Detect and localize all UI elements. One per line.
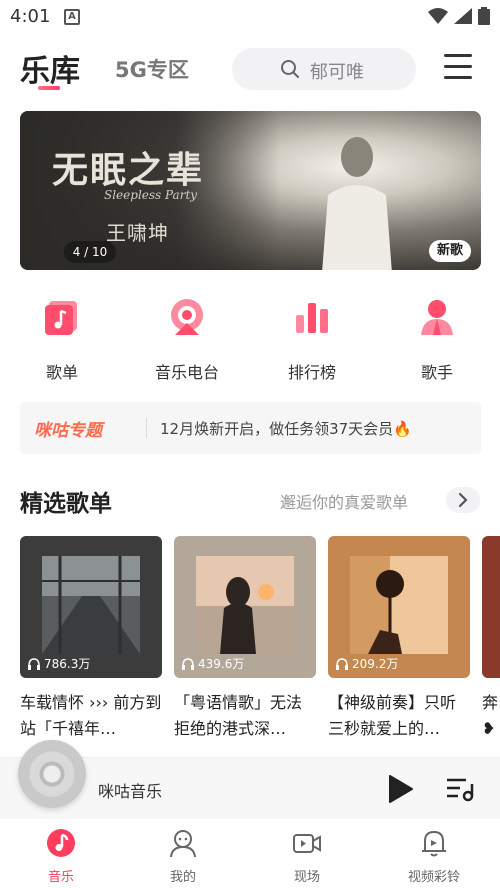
playlist-name: 车载情怀 ››› 前方到站「千禧年… — [20, 693, 162, 738]
playlist-card[interactable]: 439.6万 「粤语情歌」无法拒绝的港式深… — [174, 536, 316, 742]
playlist-name: 【神级前奏】只听三秒就爱上的… — [328, 693, 457, 738]
play-count: 439.6万 — [182, 655, 244, 672]
play-count-text: 786.3万 — [44, 657, 91, 671]
chevron-right-icon — [458, 492, 468, 508]
play-count-text: 439.6万 — [198, 657, 245, 671]
tab-video-ringtone[interactable]: 视频彩铃 — [389, 828, 479, 885]
headphones-icon — [28, 657, 40, 670]
play-button[interactable] — [388, 774, 414, 804]
playlist-cover: 209.2万 — [328, 536, 470, 678]
headphones-icon — [336, 657, 348, 670]
playlist-icon — [45, 301, 77, 335]
tab-label: 现场 — [293, 870, 320, 885]
banner-pager: 4 / 10 — [64, 241, 116, 263]
tab-music[interactable]: 音乐 — [16, 828, 106, 885]
user-icon — [170, 830, 196, 858]
play-count-text: 209.2万 — [352, 657, 399, 671]
status-icons — [428, 7, 490, 25]
signal-icon — [454, 8, 472, 24]
hero-banner[interactable]: 无眠之辈 Sleepless Party 王啸坤 4 / 10 新歌 — [20, 111, 481, 270]
tab-label: 视频彩铃 — [407, 870, 460, 885]
menu-icon[interactable] — [444, 54, 474, 82]
music-note-icon — [47, 829, 75, 857]
player-title: 咪咕音乐 — [98, 782, 163, 801]
battery-icon — [478, 7, 490, 25]
section-more-link[interactable]: 邂逅你的真爱歌单 — [280, 489, 408, 513]
playlist-queue-icon[interactable] — [446, 776, 476, 802]
promo-tag: 咪咕专题 — [34, 421, 102, 441]
section-title: 精选歌单 — [20, 491, 112, 517]
wifi-icon — [428, 8, 448, 24]
nav-radio[interactable]: 音乐电台 — [142, 295, 232, 383]
top-header: 乐库 5G专区 郁可唯 — [0, 38, 500, 100]
playlist-cover — [482, 536, 500, 678]
playlist-name: 奔 ❥ — [482, 693, 499, 738]
tab-5g-zone[interactable]: 5G专区 — [115, 54, 189, 84]
tab-mine[interactable]: 我的 — [138, 828, 228, 885]
nav-label: 排行榜 — [287, 363, 336, 382]
search-icon — [281, 60, 299, 78]
search-bar[interactable]: 郁可唯 — [232, 48, 416, 90]
status-bar: 4:01 A — [0, 0, 500, 34]
banner-artist-photo — [322, 137, 392, 270]
new-song-badge: 新歌 — [428, 240, 471, 262]
banner-title: 无眠之辈 — [52, 149, 205, 191]
nav-label: 音乐电台 — [154, 363, 219, 382]
playlist-card[interactable]: 786.3万 车载情怀 ››› 前方到站「千禧年… — [20, 536, 162, 742]
section-more-button[interactable] — [446, 487, 480, 513]
tab-live[interactable]: 现场 — [262, 828, 352, 885]
nav-label: 歌单 — [45, 363, 78, 382]
playlist-cover: 786.3万 — [20, 536, 162, 678]
search-placeholder: 郁可唯 — [310, 62, 364, 83]
promo-strip[interactable]: 咪咕专题 12月焕新开启，做任务领37天会员🔥 — [20, 402, 481, 454]
banner-subtitle: Sleepless Party — [104, 188, 198, 202]
radio-icon — [171, 299, 203, 335]
playlist-carousel: 786.3万 车载情怀 ››› 前方到站「千禧年… 439.6万 「粤语情歌」无… — [0, 536, 500, 746]
promo-divider — [146, 418, 147, 438]
playlist-card-partial[interactable]: 奔 ❥ — [482, 536, 500, 742]
tab-label: 我的 — [169, 870, 196, 885]
quick-nav: 歌单 音乐电台 排行榜 歌手 — [0, 295, 500, 385]
nav-label: 歌手 — [420, 363, 453, 382]
nav-singers[interactable]: 歌手 — [392, 295, 482, 383]
nav-charts[interactable]: 排行榜 — [267, 295, 357, 383]
playlist-name: 「粤语情歌」无法拒绝的港式深… — [174, 693, 303, 738]
mini-player[interactable]: 咪咕音乐 — [0, 740, 500, 819]
bottom-tab-bar: 音乐 我的 现场 视频彩铃 — [0, 820, 500, 888]
playlist-cover: 439.6万 — [174, 536, 316, 678]
video-camera-icon — [293, 834, 321, 853]
active-tab-indicator — [38, 86, 60, 90]
chart-icon — [296, 303, 328, 333]
tab-music-library[interactable]: 乐库 — [20, 46, 80, 90]
ringtone-bell-icon — [422, 830, 446, 857]
notification-icon: A — [64, 9, 80, 25]
banner-artist: 王啸坤 — [106, 221, 169, 245]
status-time: 4:01 — [10, 6, 51, 27]
singer-icon — [421, 300, 453, 335]
play-count: 209.2万 — [336, 655, 398, 672]
album-disc — [18, 740, 86, 808]
nav-playlist[interactable]: 歌单 — [17, 295, 107, 383]
playlist-card[interactable]: 209.2万 【神级前奏】只听三秒就爱上的… — [328, 536, 470, 742]
tab-label: 音乐 — [47, 870, 74, 885]
headphones-icon — [182, 657, 194, 670]
play-count: 786.3万 — [28, 655, 90, 672]
promo-text: 12月焕新开启，做任务领37天会员🔥 — [160, 420, 412, 438]
app-screen: 4:01 A 乐库 5G专区 郁可唯 无眠之辈 Sleepless Party … — [0, 0, 500, 888]
